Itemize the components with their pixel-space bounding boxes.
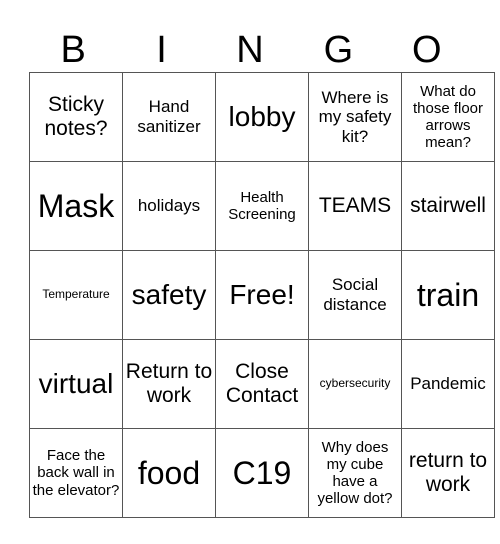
bingo-cell[interactable]: holidays	[122, 161, 216, 251]
bingo-row: Sticky notes? Hand sanitizer lobby Where is…	[29, 72, 495, 162]
bingo-cell[interactable]: lobby	[215, 72, 309, 162]
bingo-cell[interactable]: Sticky notes?	[29, 72, 123, 162]
bingo-cell[interactable]: train	[401, 250, 495, 340]
bingo-cell[interactable]: stairwell	[401, 161, 495, 251]
header-letter-g: G	[323, 29, 354, 71]
bingo-cell[interactable]: Social distance	[308, 250, 402, 340]
bingo-cell[interactable]: virtual	[29, 339, 123, 429]
bingo-cell[interactable]: C19	[215, 428, 309, 518]
header-letter-o: O	[411, 29, 442, 71]
bingo-cell[interactable]: cybersecurity	[308, 339, 402, 429]
bingo-row: Face the back wall in the elevator? food C…	[29, 428, 495, 518]
bingo-cell[interactable]: Hand sanitizer	[122, 72, 216, 162]
header-letter-n: N	[236, 29, 264, 71]
bingo-cell[interactable]: Face the back wall in the elevator?	[29, 428, 123, 518]
bingo-cell[interactable]: What do those floor arrows mean?	[401, 72, 495, 162]
bingo-cell[interactable]: Health Screening	[215, 161, 309, 251]
bingo-cell[interactable]: return to work	[401, 428, 495, 518]
bingo-cell[interactable]: Temperature	[29, 250, 123, 340]
bingo-row: Temperature safety Free! Social distance tra…	[29, 250, 495, 340]
bingo-cell[interactable]: Free!	[215, 250, 309, 340]
bingo-grid: Sticky notes? Hand sanitizer lobby Where is…	[29, 72, 495, 518]
bingo-cell[interactable]: TEAMS	[308, 161, 402, 251]
bingo-header: B I N G O	[29, 28, 471, 72]
bingo-cell[interactable]: safety	[122, 250, 216, 340]
bingo-cell[interactable]: Close Contact	[215, 339, 309, 429]
header-letter-b: B	[60, 29, 86, 71]
bingo-row: virtual Return to work Close Contact cybers…	[29, 339, 495, 429]
bingo-cell[interactable]: Where is my safety kit?	[308, 72, 402, 162]
bingo-cell[interactable]: Pandemic	[401, 339, 495, 429]
bingo-cell[interactable]: food	[122, 428, 216, 518]
header-letter-i: I	[156, 29, 167, 71]
bingo-row: Mask holidays Health Screening TEAMS stairwe…	[29, 161, 495, 251]
bingo-cell[interactable]: Return to work	[122, 339, 216, 429]
bingo-cell[interactable]: Mask	[29, 161, 123, 251]
bingo-cell[interactable]: Why does my cube have a yellow dot?	[308, 428, 402, 518]
